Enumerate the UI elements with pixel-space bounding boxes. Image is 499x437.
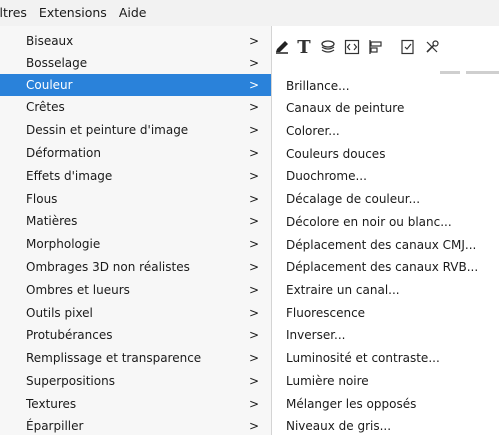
menu-item-biseaux[interactable]: Biseaux > xyxy=(0,30,271,52)
menu-item-remplissage[interactable]: Remplissage et transparence > xyxy=(0,347,271,369)
document-properties-icon[interactable] xyxy=(398,36,418,58)
toolbar: T xyxy=(272,26,499,74)
submenu-item-decalage-couleur[interactable]: Décalage de couleur... xyxy=(272,188,499,210)
menu-item-effets[interactable]: Effets d'image > xyxy=(0,165,271,187)
submenu-item-lumiere-noire[interactable]: Lumière noire xyxy=(272,370,499,392)
chevron-right-icon: > xyxy=(249,306,260,320)
chevron-right-icon: > xyxy=(249,397,260,411)
menu-item-textures[interactable]: Textures > xyxy=(0,393,271,415)
chevron-right-icon: > xyxy=(249,328,260,342)
chevron-right-icon: > xyxy=(249,374,260,388)
menu-item-flous[interactable]: Flous > xyxy=(0,188,271,210)
menubar-item-aide[interactable]: Aide xyxy=(113,0,153,26)
submenu-item-canaux-peinture[interactable]: Canaux de peinture xyxy=(272,97,499,119)
text-tool-icon[interactable]: T xyxy=(294,36,314,58)
chevron-right-icon: > xyxy=(249,214,260,228)
xml-editor-icon[interactable] xyxy=(342,36,362,58)
chevron-right-icon: > xyxy=(249,56,260,70)
submenu-item-deplacement-cmj[interactable]: Déplacement des canaux CMJ... xyxy=(272,234,499,256)
align-icon[interactable] xyxy=(366,36,386,58)
submenu-item-fluorescence[interactable]: Fluorescence xyxy=(272,302,499,324)
preferences-icon[interactable] xyxy=(422,36,442,58)
pen-edit-icon[interactable] xyxy=(272,36,292,58)
menu-item-cretes[interactable]: Crêtes > xyxy=(0,96,271,118)
chevron-right-icon: > xyxy=(249,237,260,251)
submenu-item-extraire-canal[interactable]: Extraire un canal... xyxy=(272,279,499,301)
chevron-right-icon: > xyxy=(249,283,260,297)
menu-item-superpositions[interactable]: Superpositions > xyxy=(0,370,271,392)
submenu-item-melanger-opposes[interactable]: Mélanger les opposés xyxy=(272,393,499,415)
chevron-right-icon: > xyxy=(249,351,260,365)
menu-item-protuberances[interactable]: Protubérances > xyxy=(0,324,271,346)
submenu-item-luminosite-contraste[interactable]: Luminosité et contraste... xyxy=(272,347,499,369)
menubar-item-filtres[interactable]: iltres xyxy=(0,0,33,26)
filters-menu: Biseaux > Bosselage > Couleur > Crêtes > Des… xyxy=(0,26,272,435)
menu-item-dessin[interactable]: Dessin et peinture d'image > xyxy=(0,119,271,141)
chevron-right-icon: > xyxy=(249,192,260,206)
submenu-item-inverser[interactable]: Inverser... xyxy=(272,324,499,346)
menubar-item-extensions[interactable]: Extensions xyxy=(33,0,113,26)
menubar: iltres Extensions Aide xyxy=(0,0,499,26)
menu-item-matieres[interactable]: Matières > xyxy=(0,210,271,232)
menu-item-bosselage[interactable]: Bosselage > xyxy=(0,52,271,74)
layers-icon[interactable] xyxy=(318,36,338,58)
menu-item-deformation[interactable]: Déformation > xyxy=(0,142,271,164)
submenu-item-colorer[interactable]: Colorer... xyxy=(272,120,499,142)
submenu-item-duochrome[interactable]: Duochrome... xyxy=(272,165,499,187)
chevron-right-icon: > xyxy=(249,260,260,274)
submenu-item-decolore[interactable]: Décolore en noir ou blanc... xyxy=(272,211,499,233)
menu-item-eparpiller[interactable]: Éparpiller > xyxy=(0,415,271,437)
chevron-right-icon: > xyxy=(249,34,260,48)
couleur-submenu: Brillance... Canaux de peinture Colorer.… xyxy=(272,74,499,435)
menu-item-ombres-lueurs[interactable]: Ombres et lueurs > xyxy=(0,279,271,301)
chevron-right-icon: > xyxy=(249,123,260,137)
submenu-item-brillance[interactable]: Brillance... xyxy=(272,75,499,97)
submenu-item-niveaux-gris[interactable]: Niveaux de gris... xyxy=(272,415,499,437)
menu-item-outils-pixel[interactable]: Outils pixel > xyxy=(0,302,271,324)
chevron-right-icon: > xyxy=(249,78,260,92)
submenu-item-deplacement-rvb[interactable]: Déplacement des canaux RVB... xyxy=(272,256,499,278)
chevron-right-icon: > xyxy=(249,100,260,114)
chevron-right-icon: > xyxy=(249,419,260,433)
menu-item-couleur[interactable]: Couleur > xyxy=(0,74,271,96)
menu-item-ombrages-3d[interactable]: Ombrages 3D non réalistes > xyxy=(0,256,271,278)
submenu-item-couleurs-douces[interactable]: Couleurs douces xyxy=(272,143,499,165)
menu-item-morphologie[interactable]: Morphologie > xyxy=(0,233,271,255)
chevron-right-icon: > xyxy=(249,169,260,183)
chevron-right-icon: > xyxy=(249,146,260,160)
